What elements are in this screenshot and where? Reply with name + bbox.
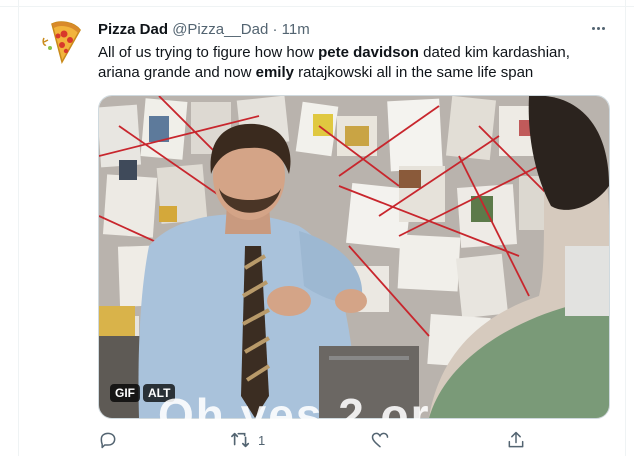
heart-icon bbox=[371, 432, 389, 448]
more-dot bbox=[591, 26, 595, 30]
gif-badge: GIF bbox=[110, 384, 140, 402]
tweet-text-bold: emily bbox=[255, 64, 294, 81]
separator-dot: · bbox=[272, 21, 278, 38]
retweet-icon bbox=[231, 432, 250, 448]
tweet-text-bold: pete davidson bbox=[318, 44, 419, 61]
retweet-button[interactable]: 1 bbox=[230, 428, 265, 452]
avatar[interactable] bbox=[38, 18, 86, 66]
tweet-text: All of us trying to figure how how pete … bbox=[98, 43, 598, 83]
tweet: Pizza Dad @Pizza__Dad · 11m All of us tr… bbox=[0, 0, 634, 456]
tweet-actions: 1 bbox=[98, 428, 528, 452]
more-dot bbox=[601, 26, 605, 30]
more-dot bbox=[596, 26, 600, 30]
retweet-count: 1 bbox=[258, 432, 266, 448]
tweet-text-part: All of us trying to figure how how bbox=[98, 44, 319, 61]
tweet-text-part: ratajkowski all in the same life span bbox=[293, 64, 534, 81]
share-button[interactable] bbox=[506, 428, 532, 452]
divider bbox=[0, 0, 634, 7]
more-options-button[interactable] bbox=[586, 16, 610, 40]
like-button[interactable] bbox=[370, 428, 396, 452]
reply-icon bbox=[100, 432, 116, 449]
tweet-header: Pizza Dad @Pizza__Dad · 11m bbox=[98, 20, 310, 40]
user-handle[interactable]: @Pizza__Dad bbox=[172, 21, 268, 38]
reply-button[interactable] bbox=[98, 428, 124, 452]
pizza-icon bbox=[42, 21, 81, 64]
share-icon bbox=[508, 431, 524, 448]
column-border-right bbox=[625, 0, 626, 456]
column-border-left bbox=[18, 0, 19, 456]
display-name[interactable]: Pizza Dad bbox=[98, 21, 168, 38]
gif-media[interactable] bbox=[98, 95, 610, 419]
timestamp[interactable]: 11m bbox=[282, 21, 310, 38]
gif-frame bbox=[99, 96, 609, 418]
